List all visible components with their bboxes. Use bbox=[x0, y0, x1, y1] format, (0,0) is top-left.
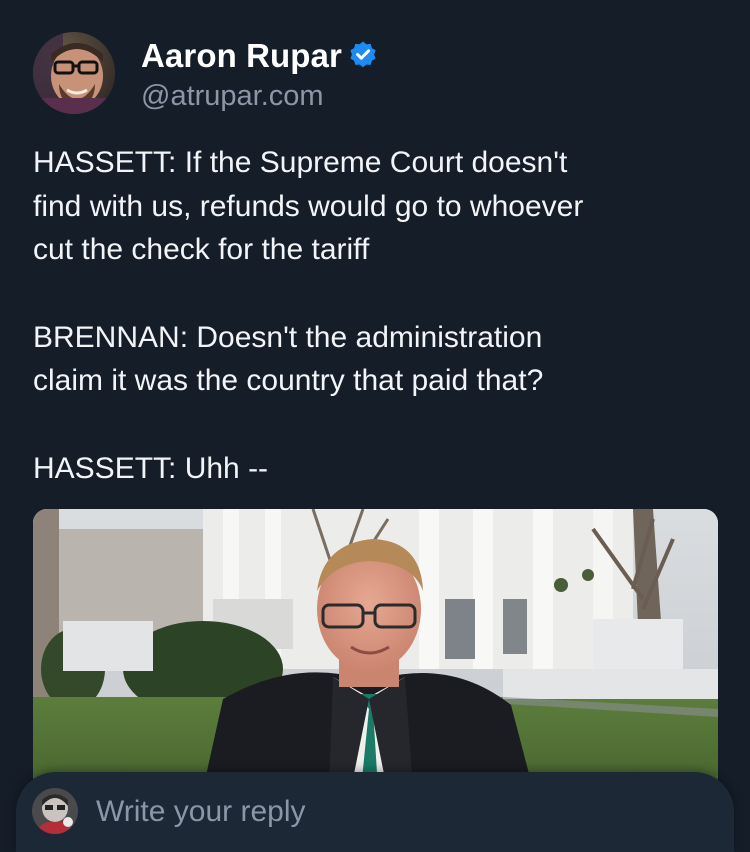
reply-input[interactable] bbox=[96, 792, 696, 832]
post-text-line: BRENNAN: Doesn't the administration bbox=[33, 320, 543, 354]
author-handle[interactable]: @atrupar.com bbox=[141, 80, 324, 113]
post-page: Aaron Rupar @atrupar.com HASSETT: If the… bbox=[0, 0, 750, 852]
post-text-line: find with us, refunds would go to whoeve… bbox=[33, 189, 584, 223]
post-text-line: cut the check for the tariff bbox=[33, 233, 370, 266]
user-avatar-photo bbox=[32, 788, 78, 834]
user-avatar bbox=[32, 788, 78, 834]
post-text-line: HASSETT: If the Supreme Court doesn't bbox=[33, 146, 568, 179]
author-name[interactable]: Aaron Rupar bbox=[141, 37, 342, 75]
post-text-line: claim it was the country that paid that? bbox=[33, 364, 544, 397]
video-thumbnail bbox=[33, 509, 718, 789]
verified-badge-icon bbox=[350, 41, 376, 68]
author-avatar[interactable] bbox=[33, 32, 115, 114]
avatar-photo bbox=[33, 32, 115, 114]
post-media[interactable] bbox=[33, 509, 718, 789]
reply-bar bbox=[16, 772, 734, 852]
post-text-line: HASSETT: Uhh -- bbox=[33, 451, 269, 485]
post-text: HASSETT: If the Supreme Court doesn't fi… bbox=[33, 141, 723, 490]
